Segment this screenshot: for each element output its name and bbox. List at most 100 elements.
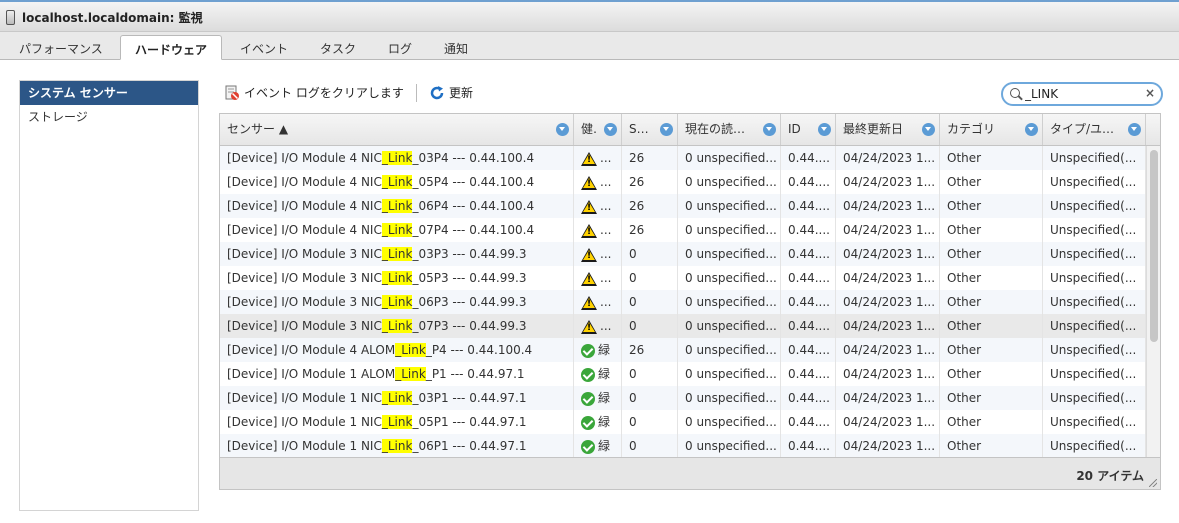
date-cell: 04/24/2023 1... <box>836 338 940 362</box>
table-row[interactable]: [Device] I/O Module 4 NIC_Link_03P4 --- … <box>220 146 1146 170</box>
column-menu-icon[interactable] <box>556 123 569 136</box>
column-header-last-updated[interactable]: 最終更新日 <box>836 114 940 145</box>
search-match-highlight: _Link <box>381 391 413 405</box>
search-match-highlight: _Link <box>381 247 413 261</box>
warning-icon <box>581 295 597 310</box>
health-text: 緑 <box>598 415 611 429</box>
tab-performance[interactable]: パフォーマンス <box>19 40 103 57</box>
table-row[interactable]: [Device] I/O Module 3 NIC_Link_07P3 --- … <box>220 314 1146 338</box>
se-cell: 26 <box>622 194 678 218</box>
warning-icon <box>581 319 597 334</box>
health-text: ... <box>600 295 612 309</box>
table-row[interactable]: [Device] I/O Module 1 NIC_Link_05P1 --- … <box>220 410 1146 434</box>
reading-cell: 0 unspecified... <box>678 194 781 218</box>
health-text: ... <box>600 319 612 333</box>
type-cell: Unspecified(... <box>1043 386 1146 410</box>
sensor-name-text: _P1 --- 0.44.97.1 <box>425 367 525 381</box>
sensor-name-text: _03P1 --- 0.44.97.1 <box>412 391 527 405</box>
column-header-category[interactable]: カテゴリ <box>940 114 1043 145</box>
warning-icon <box>581 199 597 214</box>
column-menu-icon[interactable] <box>604 123 617 136</box>
se-cell: 0 <box>622 410 678 434</box>
clear-event-log-button[interactable]: イベント ログをクリアします <box>224 84 404 101</box>
se-cell: 26 <box>622 218 678 242</box>
table-row[interactable]: [Device] I/O Module 3 NIC_Link_05P3 --- … <box>220 266 1146 290</box>
column-header-sensor[interactable]: センサー ▲ <box>220 114 574 145</box>
sensor-name-text: [Device] I/O Module 3 NIC <box>227 295 382 309</box>
search-match-highlight: _Link <box>381 415 413 429</box>
column-menu-icon[interactable] <box>660 123 673 136</box>
cat-cell: Other <box>940 338 1043 362</box>
sensor-name-cell: [Device] I/O Module 1 NIC_Link_03P1 --- … <box>220 386 574 410</box>
column-header-id[interactable]: ID <box>781 114 836 145</box>
reading-cell: 0 unspecified... <box>678 434 781 457</box>
column-menu-icon[interactable] <box>922 123 935 136</box>
table-row[interactable]: [Device] I/O Module 4 NIC_Link_05P4 --- … <box>220 170 1146 194</box>
column-menu-icon[interactable] <box>763 123 776 136</box>
sensor-name-text: _06P1 --- 0.44.97.1 <box>412 439 527 453</box>
clear-search-icon[interactable]: × <box>1145 86 1155 100</box>
vertical-scrollbar[interactable] <box>1146 146 1160 457</box>
table-row[interactable]: [Device] I/O Module 1 NIC_Link_03P1 --- … <box>220 386 1146 410</box>
sidebar-item-storage[interactable]: ストレージ <box>20 105 198 129</box>
resize-grip-icon[interactable] <box>1149 479 1157 487</box>
se-cell: 0 <box>622 290 678 314</box>
date-cell: 04/24/2023 1... <box>836 266 940 290</box>
refresh-icon <box>430 85 444 99</box>
search-match-highlight: _Link <box>381 151 413 165</box>
sensor-name-text: _03P4 --- 0.44.100.4 <box>412 151 535 165</box>
sensor-name-cell: [Device] I/O Module 1 NIC_Link_06P1 --- … <box>220 434 574 457</box>
health-text: ... <box>600 271 612 285</box>
table-row[interactable]: [Device] I/O Module 1 ALOM_Link_P1 --- 0… <box>220 362 1146 386</box>
type-cell: Unspecified(... <box>1043 290 1146 314</box>
scrollbar-thumb[interactable] <box>1150 150 1158 342</box>
column-menu-icon[interactable] <box>818 123 831 136</box>
sensor-name-text: _07P3 --- 0.44.99.3 <box>412 319 527 333</box>
cat-cell: Other <box>940 242 1043 266</box>
table-row[interactable]: [Device] I/O Module 4 NIC_Link_06P4 --- … <box>220 194 1146 218</box>
se-cell: 0 <box>622 314 678 338</box>
sensor-name-text: [Device] I/O Module 4 NIC <box>227 151 382 165</box>
column-menu-icon[interactable] <box>1025 123 1038 136</box>
sensor-name-text: _06P3 --- 0.44.99.3 <box>412 295 527 309</box>
column-menu-icon[interactable] <box>1128 123 1141 136</box>
column-header-type-unit[interactable]: タイプ/ユニ... <box>1043 114 1146 145</box>
tab-notifications[interactable]: 通知 <box>444 40 468 57</box>
se-cell: 0 <box>622 434 678 457</box>
sensor-name-cell: [Device] I/O Module 4 NIC_Link_06P4 --- … <box>220 194 574 218</box>
health-cell: 緑 <box>574 338 622 362</box>
health-cell: ... <box>574 170 622 194</box>
health-text: ... <box>600 199 612 213</box>
sensor-name-text: [Device] I/O Module 4 NIC <box>227 175 382 189</box>
ok-check-icon <box>581 367 595 382</box>
sensor-name-text: _05P3 --- 0.44.99.3 <box>412 271 527 285</box>
sidebar-item-system-sensors[interactable]: システム センサー <box>20 81 198 105</box>
search-input[interactable] <box>1025 86 1143 102</box>
refresh-button[interactable]: 更新 <box>429 84 473 101</box>
health-text: ... <box>600 151 612 165</box>
column-header-health[interactable]: 健... <box>574 114 622 145</box>
table-row[interactable]: [Device] I/O Module 1 NIC_Link_06P1 --- … <box>220 434 1146 457</box>
cat-cell: Other <box>940 146 1043 170</box>
search-icon <box>1010 88 1020 98</box>
sensor-name-text: _05P1 --- 0.44.97.1 <box>412 415 527 429</box>
tab-hardware[interactable]: ハードウェア <box>120 35 223 60</box>
id-cell: 0.44.... <box>781 434 836 457</box>
tab-logs[interactable]: ログ <box>388 40 412 57</box>
date-cell: 04/24/2023 1... <box>836 194 940 218</box>
column-header-label: SE... <box>629 122 653 136</box>
tab-events[interactable]: イベント <box>240 40 288 57</box>
column-header-current-reading[interactable]: 現在の読み... <box>678 114 781 145</box>
search-match-highlight: _Link <box>381 271 413 285</box>
clear-log-icon <box>225 85 239 100</box>
table-row[interactable]: [Device] I/O Module 3 NIC_Link_06P3 --- … <box>220 290 1146 314</box>
table-row[interactable]: [Device] I/O Module 4 ALOM_Link_P4 --- 0… <box>220 338 1146 362</box>
column-header-se[interactable]: SE... <box>622 114 678 145</box>
table-row[interactable]: [Device] I/O Module 4 NIC_Link_07P4 --- … <box>220 218 1146 242</box>
tab-tasks[interactable]: タスク <box>320 40 356 57</box>
table-row[interactable]: [Device] I/O Module 3 NIC_Link_03P3 --- … <box>220 242 1146 266</box>
id-cell: 0.44.... <box>781 266 836 290</box>
warning-icon <box>581 175 597 190</box>
id-cell: 0.44.... <box>781 338 836 362</box>
id-cell: 0.44.... <box>781 290 836 314</box>
